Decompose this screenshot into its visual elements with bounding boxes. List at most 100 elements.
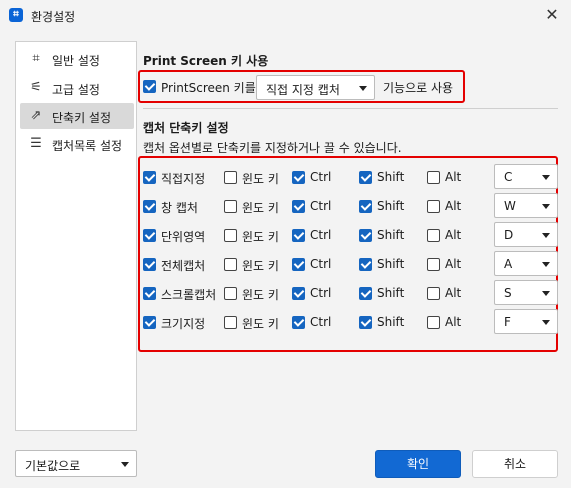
shortcut-key-select[interactable]: C [494, 164, 558, 189]
ctrl-label: Ctrl [310, 170, 332, 184]
shortcut-enable-checkbox[interactable] [143, 287, 156, 300]
sliders-icon: ⚟ [30, 80, 42, 95]
win-key-label: 윈도 키 [242, 259, 279, 273]
alt-label: Alt [445, 286, 462, 300]
restore-defaults-select[interactable]: 기본값으로 [15, 450, 137, 477]
alt-label: Alt [445, 170, 462, 184]
win-key-label: 윈도 키 [242, 201, 279, 215]
ctrl-checkbox[interactable] [292, 316, 305, 329]
title-bar: ⌗ 환경설정 ✕ [0, 0, 571, 32]
shortcut-key-select[interactable]: S [494, 280, 558, 305]
printscreen-function-select[interactable]: 직접 지정 캡처 [256, 75, 375, 100]
ok-button[interactable]: 확인 [375, 450, 461, 478]
shift-checkbox[interactable] [359, 200, 372, 213]
alt-label: Alt [445, 257, 462, 271]
settings-content: Print Screen 키 사용 PrintScreen 키를 직접 지정 캡… [138, 41, 561, 431]
ctrl-label: Ctrl [310, 228, 332, 242]
printscreen-heading: Print Screen 키 사용 [143, 54, 269, 68]
close-button[interactable]: ✕ [541, 5, 563, 27]
ctrl-checkbox[interactable] [292, 171, 305, 184]
alt-checkbox[interactable] [427, 287, 440, 300]
win-key-checkbox[interactable] [224, 316, 237, 329]
shift-label: Shift [377, 286, 405, 300]
chevron-down-icon [121, 462, 129, 467]
chevron-down-icon [542, 233, 550, 238]
printscreen-suffix: 기능으로 사용 [383, 81, 454, 95]
shortcut-name: 크기지정 [161, 317, 206, 331]
sidebar-item-general[interactable]: ⌗ 일반 설정 [20, 46, 134, 72]
win-key-checkbox[interactable] [224, 229, 237, 242]
shortcut-name: 전체캡처 [161, 259, 206, 273]
win-key-checkbox[interactable] [224, 258, 237, 271]
sidebar-item-label: 일반 설정 [52, 54, 100, 68]
shortcut-enable-checkbox[interactable] [143, 258, 156, 271]
arrow-box-icon: ⇗ [30, 108, 42, 123]
select-value: D [504, 228, 514, 242]
win-key-label: 윈도 키 [242, 288, 279, 302]
ctrl-label: Ctrl [310, 315, 332, 329]
chevron-down-icon [542, 320, 550, 325]
printscreen-checkbox-label: PrintScreen 키를 [161, 81, 256, 95]
shortcut-key-select[interactable]: A [494, 251, 558, 276]
settings-sidebar: ⌗ 일반 설정 ⚟ 고급 설정 ⇗ 단축키 설정 ☰ 캡처목록 설정 [15, 41, 137, 431]
shift-label: Shift [377, 199, 405, 213]
cancel-button[interactable]: 취소 [472, 450, 558, 478]
ctrl-label: Ctrl [310, 286, 332, 300]
ctrl-label: Ctrl [310, 257, 332, 271]
shortcut-key-select[interactable]: F [494, 309, 558, 334]
sidebar-item-shortcuts[interactable]: ⇗ 단축키 설정 [20, 103, 134, 129]
win-key-checkbox[interactable] [224, 171, 237, 184]
window-title: 환경설정 [31, 10, 76, 24]
alt-checkbox[interactable] [427, 229, 440, 242]
ctrl-checkbox[interactable] [292, 229, 305, 242]
shift-label: Shift [377, 315, 405, 329]
select-value: W [504, 199, 516, 213]
ctrl-checkbox[interactable] [292, 287, 305, 300]
shortcut-description: 캡처 옵션별로 단축키를 지정하거나 끌 수 있습니다. [143, 141, 402, 155]
win-key-label: 윈도 키 [242, 317, 279, 331]
alt-checkbox[interactable] [427, 316, 440, 329]
alt-label: Alt [445, 315, 462, 329]
chevron-down-icon [542, 262, 550, 267]
alt-checkbox[interactable] [427, 200, 440, 213]
shift-label: Shift [377, 228, 405, 242]
shift-checkbox[interactable] [359, 171, 372, 184]
select-value: F [504, 315, 511, 329]
shift-label: Shift [377, 170, 405, 184]
sidebar-item-label: 단축키 설정 [52, 111, 112, 125]
shift-checkbox[interactable] [359, 287, 372, 300]
sidebar-item-capture-list[interactable]: ☰ 캡처목록 설정 [20, 131, 134, 157]
alt-checkbox[interactable] [427, 258, 440, 271]
ctrl-checkbox[interactable] [292, 200, 305, 213]
shift-checkbox[interactable] [359, 229, 372, 242]
crop-icon: ⌗ [9, 8, 23, 22]
shortcut-enable-checkbox[interactable] [143, 171, 156, 184]
list-frame-icon: ☰ [30, 136, 42, 151]
shortcut-key-select[interactable]: D [494, 222, 558, 247]
shift-label: Shift [377, 257, 405, 271]
shift-checkbox[interactable] [359, 258, 372, 271]
win-key-checkbox[interactable] [224, 287, 237, 300]
shortcut-enable-checkbox[interactable] [143, 229, 156, 242]
sidebar-item-advanced[interactable]: ⚟ 고급 설정 [20, 75, 134, 101]
ctrl-checkbox[interactable] [292, 258, 305, 271]
sidebar-item-label: 고급 설정 [52, 83, 100, 97]
alt-label: Alt [445, 199, 462, 213]
shortcut-enable-checkbox[interactable] [143, 200, 156, 213]
chevron-down-icon [542, 204, 550, 209]
shortcut-key-select[interactable]: W [494, 193, 558, 218]
alt-checkbox[interactable] [427, 171, 440, 184]
chevron-down-icon [542, 175, 550, 180]
ctrl-label: Ctrl [310, 199, 332, 213]
shortcut-name: 스크롤캡처 [161, 288, 217, 302]
select-value: 직접 지정 캡처 [266, 83, 340, 97]
shortcut-enable-checkbox[interactable] [143, 316, 156, 329]
sidebar-item-label: 캡처목록 설정 [52, 139, 123, 153]
win-key-label: 윈도 키 [242, 230, 279, 244]
shift-checkbox[interactable] [359, 316, 372, 329]
crop-icon: ⌗ [32, 51, 40, 66]
win-key-checkbox[interactable] [224, 200, 237, 213]
divider [143, 108, 558, 109]
shortcut-name: 창 캡처 [161, 201, 198, 215]
printscreen-checkbox[interactable] [143, 80, 156, 93]
